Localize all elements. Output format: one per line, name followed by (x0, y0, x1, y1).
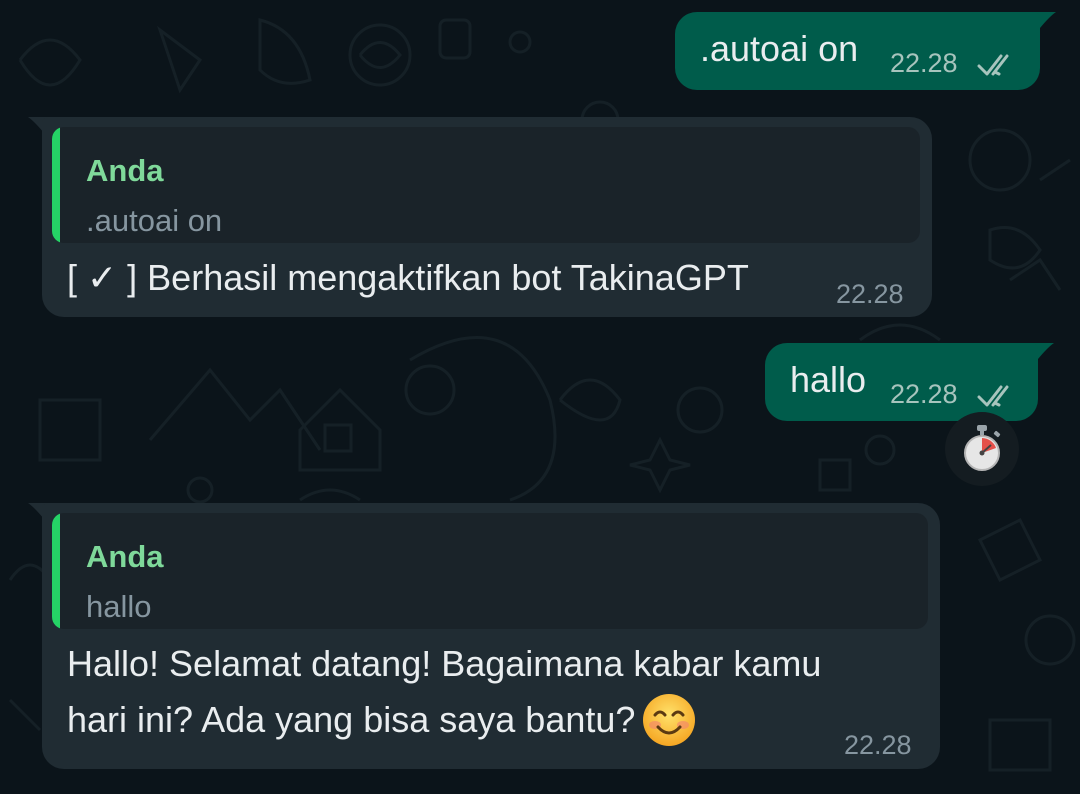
message-text: .autoai on (700, 28, 859, 69)
double-check-icon (977, 385, 1009, 407)
incoming-message[interactable]: Anda .autoai on [ ✓ ] Berhasil mengaktif… (42, 117, 932, 317)
message-time: 22.28 (844, 730, 912, 760)
stopwatch-icon (964, 425, 1001, 471)
quote-bar (52, 513, 60, 629)
message-text: [ ✓ ] Berhasil mengaktifkan bot TakinaGP… (67, 257, 749, 298)
outgoing-message[interactable]: hallo 22.28 (765, 343, 1038, 421)
message-time: 22.28 (890, 379, 958, 409)
smiling-face-icon (643, 694, 696, 746)
quote-author: Anda (86, 153, 164, 188)
quote-author: Anda (86, 539, 164, 574)
incoming-message[interactable]: Anda hallo Hallo! Selamat datang! Bagaim… (42, 503, 940, 769)
quote-text: hallo (86, 589, 152, 624)
outgoing-message[interactable]: .autoai on 22.28 (675, 12, 1040, 90)
message-text-line: hari ini? Ada yang bisa saya bantu? (67, 699, 636, 740)
quoted-message[interactable]: Anda hallo (52, 513, 928, 629)
quoted-message[interactable]: Anda .autoai on (52, 127, 920, 243)
chat-view[interactable]: .autoai on 22.28 Anda .autoai on [ ✓ ] B… (0, 0, 1080, 794)
reaction-badge[interactable] (945, 412, 1019, 486)
message-time: 22.28 (890, 48, 958, 78)
quote-bar (52, 127, 60, 243)
message-time: 22.28 (836, 279, 904, 309)
message-text: hallo (790, 359, 867, 400)
message-text-line-wrapper: hari ini? Ada yang bisa saya bantu? (67, 691, 697, 749)
message-text-line: Hallo! Selamat datang! Bagaimana kabar k… (67, 643, 822, 684)
quote-text: .autoai on (86, 203, 223, 238)
double-check-icon (977, 54, 1009, 76)
